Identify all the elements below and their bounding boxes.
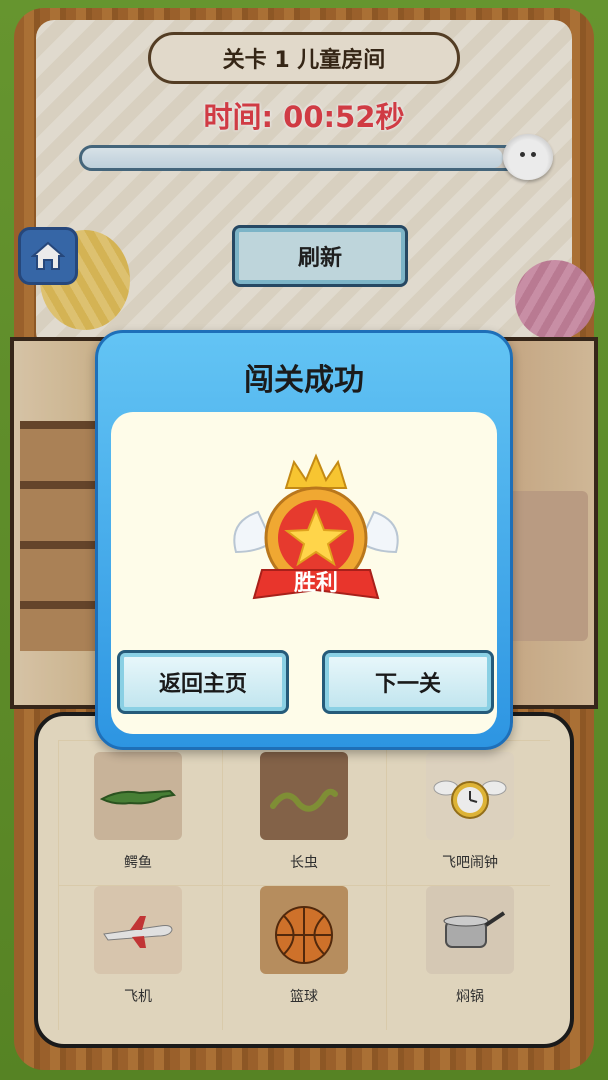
dialog-title: 闯关成功 <box>244 363 364 398</box>
level-complete-dialog: 闯关成功 胜利 返回主页 下一关 <box>95 330 513 750</box>
victory-medal-icon: 胜利 <box>233 453 399 600</box>
return-home-button[interactable]: 返回主页 <box>117 650 289 714</box>
dialog-body: 胜利 返回主页 下一关 <box>111 412 497 734</box>
next-level-button[interactable]: 下一关 <box>322 650 494 714</box>
badge-text: 胜利 <box>294 571 338 596</box>
